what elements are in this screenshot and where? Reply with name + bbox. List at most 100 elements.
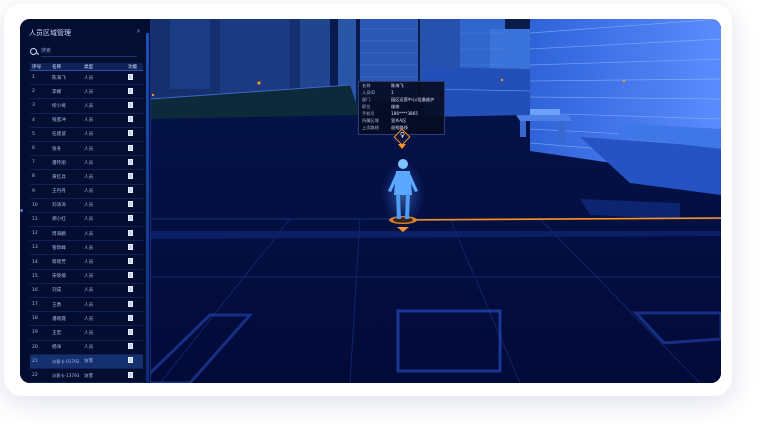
marker-pointer-icon — [398, 144, 406, 149]
row-type: 人员 — [82, 70, 126, 86]
row-type: 访客 — [82, 354, 126, 369]
table-row[interactable]: 11 郑小红 人员 — [30, 212, 143, 228]
table-row[interactable]: 8 黄红兵 人员 — [30, 169, 143, 185]
table-row[interactable]: 10 刘涛涛 人员 — [30, 198, 143, 213]
row-type: 人员 — [82, 240, 126, 256]
table-row[interactable]: 5 任建波 人员 — [30, 127, 143, 142]
row-type: 访客 — [82, 368, 126, 383]
locate-icon[interactable] — [128, 172, 133, 179]
table-row[interactable]: 21 访客卡-01792 访客 — [30, 354, 143, 369]
row-name: 陈海飞 — [50, 70, 82, 86]
locate-icon[interactable] — [128, 258, 133, 265]
row-number: 15 — [30, 269, 50, 284]
row-action — [126, 240, 143, 256]
locate-icon[interactable] — [128, 272, 133, 279]
3d-viewport[interactable]: 名称 陈海飞 人员ID 1 部门 园区运营中心/设备维护 职位 维修 手机号 186***… — [20, 19, 721, 383]
table-row[interactable]: 18 潘晓霞 人员 — [30, 311, 143, 327]
popup-key: 职位 — [362, 103, 371, 109]
table-row[interactable]: 19 王宏 人员 — [30, 325, 143, 341]
panel-title: 人员区域管理 — [29, 29, 71, 37]
row-number: 6 — [30, 141, 50, 157]
table-header-row: 序号 名称 类型 功能 — [30, 63, 143, 71]
row-number: 14 — [30, 254, 50, 270]
popup-value: 园区运营中心/设备维护 — [391, 96, 435, 102]
popup-value: 1 — [391, 90, 394, 95]
table-row[interactable]: 9 王丹丹 人员 — [30, 184, 143, 199]
table-row[interactable]: 3 缪小将 人员 — [30, 98, 143, 114]
row-name: 王丹丹 — [50, 184, 82, 199]
row-number: 7 — [30, 155, 50, 171]
collapse-handle-icon[interactable] — [20, 209, 23, 212]
locate-icon[interactable] — [128, 158, 133, 165]
row-name: 郑小红 — [50, 212, 82, 228]
locate-icon[interactable] — [128, 87, 133, 94]
row-action — [126, 212, 143, 228]
table-row[interactable]: 1 陈海飞 人员 — [30, 70, 143, 86]
row-number: 9 — [30, 184, 50, 199]
row-name: 张冬 — [50, 141, 82, 157]
column-header-action: 功能 — [126, 63, 143, 71]
table-row[interactable]: 14 蔡晓芳 人员 — [30, 254, 143, 270]
popup-key: 上次路线 — [362, 124, 379, 130]
locate-icon[interactable] — [128, 357, 133, 364]
table-row[interactable]: 12 周海鹏 人员 — [30, 226, 143, 242]
row-action — [126, 198, 143, 213]
table-row[interactable]: 6 张冬 人员 — [30, 141, 143, 157]
table-row[interactable]: 17 王勇 人员 — [30, 297, 143, 313]
popup-value: 陈海飞 — [391, 82, 404, 88]
row-name: 王宏 — [50, 325, 82, 341]
locate-icon[interactable] — [128, 314, 133, 321]
row-type: 人员 — [82, 340, 126, 355]
locate-icon[interactable] — [128, 73, 133, 80]
popup-key: 人员ID — [362, 89, 375, 95]
panel-accent-bar — [146, 33, 149, 383]
table-row[interactable]: 13 管新峰 人员 — [30, 240, 143, 256]
popup-row-department: 部门 园区运营中心/设备维护 — [359, 96, 444, 103]
table-row[interactable]: 2 李娜 人员 — [30, 84, 143, 100]
row-number: 3 — [30, 98, 50, 114]
locate-icon[interactable] — [128, 116, 133, 123]
table-row[interactable]: 22 访客卡-13793 访客 — [30, 368, 143, 383]
row-name: 黄红兵 — [50, 169, 82, 185]
row-action — [126, 283, 143, 299]
table-row[interactable]: 15 宋晓楠 人员 — [30, 269, 143, 284]
popup-row-position: 职位 维修 — [359, 103, 444, 110]
locate-icon[interactable] — [128, 130, 133, 137]
locate-icon[interactable] — [128, 101, 133, 108]
locate-icon[interactable] — [128, 343, 133, 350]
table-row[interactable]: 7 潘玲丽 人员 — [30, 155, 143, 171]
locate-icon[interactable] — [128, 229, 133, 236]
row-name: 管新峰 — [50, 240, 82, 256]
row-action — [126, 254, 143, 270]
locate-icon[interactable] — [128, 215, 133, 222]
personnel-table: 序号 名称 类型 功能 1 陈海飞 人员 2 李娜 人员 3 缪小将 人员 4 钱彦冲 人员 5 任建波人… — [30, 63, 143, 383]
locate-icon[interactable] — [128, 144, 133, 151]
personnel-panel: 人员区域管理 × 序号 名称 类型 功能 1陈海飞人员2李娜人员3缪小将人员4钱… — [20, 19, 151, 383]
row-name: 潘玲丽 — [50, 155, 82, 171]
table-row[interactable]: 20 杨洋 人员 — [30, 340, 143, 355]
row-action — [126, 98, 143, 114]
locate-icon[interactable] — [128, 300, 133, 307]
row-name: 潘晓霞 — [50, 311, 82, 327]
column-header-no: 序号 — [30, 63, 50, 71]
row-type: 人员 — [82, 155, 126, 171]
row-number: 4 — [30, 113, 50, 128]
panel-close-button[interactable]: × — [136, 28, 141, 35]
row-action — [126, 169, 143, 185]
row-name: 刘涛涛 — [50, 198, 82, 213]
row-action — [126, 141, 143, 157]
person-icon: ♀ — [399, 131, 406, 139]
table-row[interactable]: 4 钱彦冲 人员 — [30, 113, 143, 128]
locate-icon[interactable] — [128, 371, 133, 378]
locate-icon[interactable] — [128, 187, 133, 194]
search-input[interactable] — [41, 45, 137, 57]
person-info-popup: 名称 陈海飞 人员ID 1 部门 园区运营中心/设备维护 职位 维修 手机号 186***… — [358, 81, 445, 135]
locate-icon[interactable] — [128, 286, 133, 293]
popup-value: 186****3865 — [391, 111, 419, 116]
table-row[interactable]: 16 刘成 人员 — [30, 283, 143, 299]
search-icon[interactable] — [30, 47, 37, 55]
locate-icon[interactable] — [128, 201, 133, 208]
locate-icon[interactable] — [128, 243, 133, 250]
row-number: 21 — [30, 354, 50, 369]
locate-icon[interactable] — [128, 328, 133, 335]
